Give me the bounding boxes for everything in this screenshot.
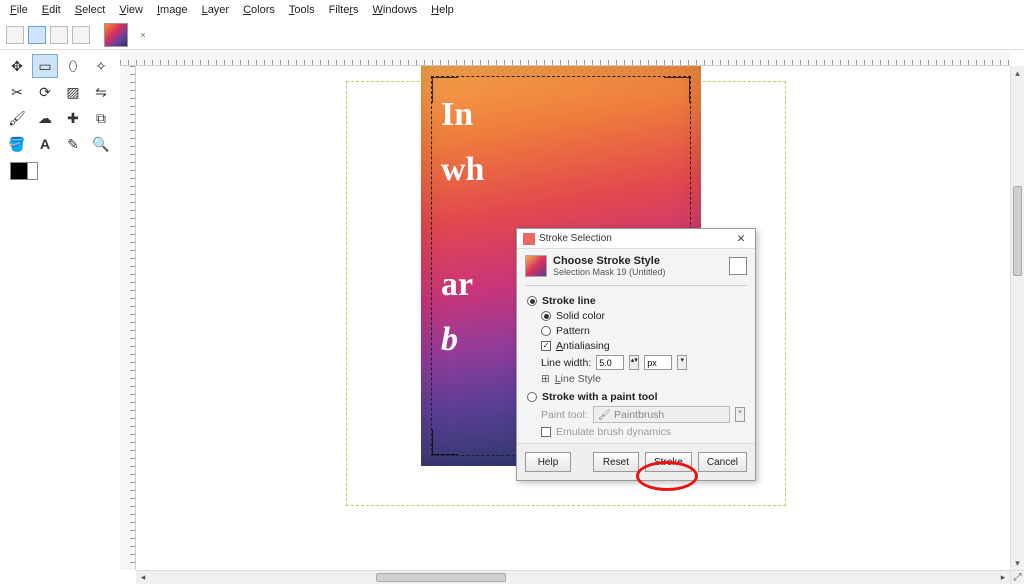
close-icon[interactable]: ✕ <box>733 233 749 245</box>
menu-help[interactable]: Help <box>425 2 460 18</box>
crop-handle-tl[interactable] <box>432 77 458 103</box>
main-area: ✥ ▭ ⬯ ✧ ✂ ⟳ ▨ ⇋ 🖌 ☁ ✚ ⧉ 🪣 A ✎ 🔍 In w <box>0 50 1024 584</box>
stroke-color-swatch[interactable] <box>729 257 747 275</box>
menu-windows[interactable]: Windows <box>367 2 424 18</box>
reset-button[interactable]: Reset <box>593 452 639 472</box>
horizontal-scrollbar[interactable]: ◂ ▸ <box>136 570 1010 584</box>
tool-bucket[interactable]: 🪣 <box>4 132 30 156</box>
expander-icon[interactable]: ⊞ <box>541 373 550 385</box>
tool-crop[interactable]: ✂ <box>4 80 30 104</box>
crop-handle-tr[interactable] <box>664 77 690 103</box>
pattern-label: Pattern <box>556 325 590 337</box>
line-width-label: Line width: <box>541 357 591 369</box>
menu-layer[interactable]: Layer <box>196 2 236 18</box>
stroke-selection-dialog: Stroke Selection ✕ Choose Stroke Style S… <box>516 228 756 481</box>
checkbox-emulate-dynamics <box>541 427 551 437</box>
menu-image[interactable]: Image <box>151 2 194 18</box>
opt-4[interactable] <box>72 26 90 44</box>
separator <box>525 285 747 286</box>
dialog-window-title: Stroke Selection <box>539 233 729 244</box>
tool-rect-select[interactable]: ▭ <box>32 54 58 78</box>
scroll-down-arrow[interactable]: ▾ <box>1011 556 1024 570</box>
vertical-scroll-thumb[interactable] <box>1013 186 1022 276</box>
menu-view[interactable]: View <box>113 2 149 18</box>
tool-scale[interactable]: ▨ <box>60 80 86 104</box>
tool-clone[interactable]: ⧉ <box>88 106 114 130</box>
tool-rotate[interactable]: ⟳ <box>32 80 58 104</box>
checkbox-antialiasing[interactable] <box>541 341 551 351</box>
document-tab-thumbnail[interactable] <box>104 23 128 47</box>
cancel-button[interactable]: Cancel <box>698 452 747 472</box>
menu-filters[interactable]: Filters <box>323 2 365 18</box>
paint-tool-value: Paintbrush <box>614 409 664 421</box>
line-width-unit-dropdown[interactable]: ▾ <box>677 355 687 370</box>
tool-move[interactable]: ✥ <box>4 54 30 78</box>
help-button[interactable]: Help <box>525 452 571 472</box>
scroll-up-arrow[interactable]: ▴ <box>1011 66 1024 80</box>
color-swatches[interactable] <box>10 162 40 192</box>
paint-tool-dropdown: ▾ <box>735 407 745 422</box>
navigation-corner-icon[interactable]: ⤢ <box>1010 570 1024 584</box>
solid-color-label: Solid color <box>556 310 605 322</box>
paint-tool-label: Paint tool: <box>541 409 588 421</box>
document-tab-close[interactable]: × <box>136 28 150 42</box>
horizontal-ruler <box>120 50 1010 66</box>
tool-color-picker[interactable]: ✎ <box>60 132 86 156</box>
tool-zoom[interactable]: 🔍 <box>88 132 114 156</box>
radio-solid-color[interactable] <box>541 311 551 321</box>
tool-fuzzy-select[interactable]: ✧ <box>88 54 114 78</box>
dialog-button-row: Help Reset Stroke Cancel <box>517 443 755 480</box>
paintbrush-icon: 🖌 <box>598 408 611 421</box>
line-style-label[interactable]: Line Style <box>555 373 601 385</box>
line-width-spinner[interactable]: ▴▾ <box>629 355 639 370</box>
tool-smudge[interactable]: ☁ <box>32 106 58 130</box>
stroke-button[interactable]: Stroke <box>645 452 692 472</box>
vertical-scrollbar[interactable]: ▴ ▾ <box>1010 66 1024 570</box>
emulate-label: Emulate brush dynamics <box>556 426 671 438</box>
menu-colors[interactable]: Colors <box>237 2 281 18</box>
tool-heal[interactable]: ✚ <box>60 106 86 130</box>
opt-1[interactable] <box>6 26 24 44</box>
tool-free-select[interactable]: ⬯ <box>60 54 86 78</box>
dialog-title-bar[interactable]: Stroke Selection ✕ <box>517 229 755 249</box>
dialog-header-icon <box>525 255 547 277</box>
menu-bar: File Edit Select View Image Layer Colors… <box>0 0 1024 20</box>
opt-3[interactable] <box>50 26 68 44</box>
opt-2[interactable] <box>28 26 46 44</box>
paint-tool-select: 🖌 Paintbrush <box>593 406 730 423</box>
vertical-ruler <box>120 66 136 570</box>
dialog-header: Choose Stroke Style Selection Mask 19 (U… <box>517 249 755 283</box>
menu-edit[interactable]: Edit <box>36 2 67 18</box>
tool-text[interactable]: A <box>32 132 58 156</box>
scroll-right-arrow[interactable]: ▸ <box>996 571 1010 584</box>
tool-options-bar: × <box>0 20 1024 50</box>
menu-tools[interactable]: Tools <box>283 2 321 18</box>
radio-stroke-line[interactable] <box>527 296 537 306</box>
line-width-unit-select[interactable] <box>644 355 672 370</box>
radio-pattern[interactable] <box>541 326 551 336</box>
antialias-label: Antialiasing <box>556 340 610 352</box>
menu-file[interactable]: File <box>4 2 34 18</box>
dialog-body: Stroke line Solid color Pattern Antialia… <box>517 288 755 443</box>
stroke-line-label: Stroke line <box>542 295 596 307</box>
crop-handle-bl[interactable] <box>432 429 458 455</box>
menu-select[interactable]: Select <box>69 2 112 18</box>
dialog-app-icon <box>523 233 535 245</box>
paint-tool-section-label: Stroke with a paint tool <box>542 391 658 403</box>
tool-flip[interactable]: ⇋ <box>88 80 114 104</box>
scroll-left-arrow[interactable]: ◂ <box>136 571 150 584</box>
toolbox: ✥ ▭ ⬯ ✧ ✂ ⟳ ▨ ⇋ 🖌 ☁ ✚ ⧉ 🪣 A ✎ 🔍 <box>0 50 120 196</box>
horizontal-scroll-thumb[interactable] <box>376 573 506 582</box>
dialog-subheading: Selection Mask 19 (Untitled) <box>553 267 666 277</box>
dialog-heading: Choose Stroke Style <box>553 255 666 267</box>
foreground-color-swatch[interactable] <box>10 162 28 180</box>
line-width-input[interactable] <box>596 355 624 370</box>
tool-paintbrush[interactable]: 🖌 <box>4 106 30 130</box>
radio-paint-tool[interactable] <box>527 392 537 402</box>
